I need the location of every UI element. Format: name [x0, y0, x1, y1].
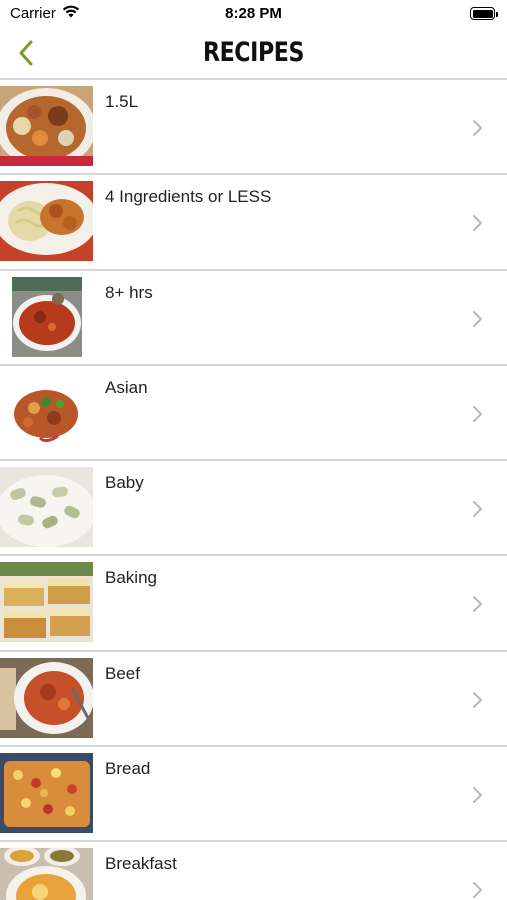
list-item[interactable]: Baking: [0, 556, 507, 652]
navigation-bar: RECIPES: [0, 28, 507, 78]
category-thumbnail: [0, 86, 93, 166]
list-item-label: Beef: [105, 663, 140, 683]
list-item-label: Baby: [105, 473, 144, 493]
list-item-label: 4 Ingredients or LESS: [105, 187, 272, 207]
list-item[interactable]: 4 Ingredients or LESS: [0, 175, 507, 271]
list-item[interactable]: 1.5L: [0, 80, 507, 176]
category-thumbnail: [0, 467, 93, 548]
list-item-label: 1.5L: [105, 92, 139, 111]
chevron-right-icon: [473, 120, 482, 136]
list-item[interactable]: Baby: [0, 461, 507, 557]
chevron-right-icon: [473, 691, 482, 708]
list-item-label: 8+ hrs: [105, 282, 153, 302]
category-thumbnail: [0, 753, 93, 834]
battery-icon: [470, 7, 498, 20]
list-item[interactable]: 8+ hrs: [0, 271, 507, 366]
category-thumbnail: [0, 657, 93, 738]
chevron-right-icon: [473, 310, 482, 327]
category-thumbnail: [0, 562, 93, 643]
page-title: RECIPES: [202, 37, 305, 68]
category-thumbnail: [0, 371, 93, 452]
list-item[interactable]: Bread: [0, 747, 507, 843]
category-thumbnail: [0, 181, 93, 262]
chevron-right-icon: [473, 215, 482, 232]
list-item-label: Bread: [105, 759, 151, 779]
list-item[interactable]: Asian: [0, 366, 507, 462]
list-item[interactable]: Breakfast: [0, 842, 507, 900]
status-time: 8:28 PM: [225, 5, 282, 22]
chevron-right-icon: [473, 787, 482, 804]
list-item-label: Baking: [105, 568, 157, 588]
chevron-right-icon: [473, 405, 482, 422]
list-item-label: Asian: [105, 377, 148, 397]
chevron-left-icon: [19, 40, 33, 66]
list-item-label: Breakfast: [105, 854, 177, 874]
back-button[interactable]: [10, 36, 42, 70]
category-thumbnail: [0, 276, 93, 357]
chevron-right-icon: [473, 501, 482, 518]
category-thumbnail: [0, 848, 93, 900]
chevron-right-icon: [473, 882, 482, 899]
chevron-right-icon: [473, 596, 482, 613]
list-item[interactable]: Beef: [0, 652, 507, 748]
status-bar: Carrier 8:28 PM: [0, 0, 507, 28]
recipe-category-list[interactable]: 1.5L 4 Ingredients or LESS 8+ hrs Asian …: [0, 78, 507, 900]
